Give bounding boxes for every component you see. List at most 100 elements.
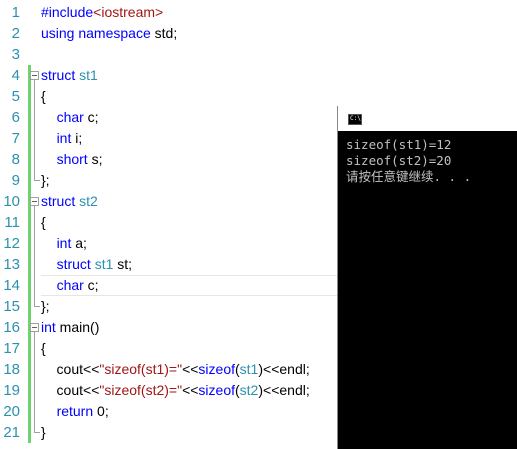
- line-number: 16: [3, 319, 20, 336]
- console-titlebar[interactable]: C:\.: [338, 106, 517, 131]
- console-icon-label: C:\.: [350, 115, 365, 122]
- code-text: };: [41, 296, 50, 317]
- change-indicator-bar: [28, 65, 31, 443]
- fold-guide-line: [34, 80, 35, 180]
- code-text: using namespace std;: [41, 23, 177, 44]
- code-text: }: [41, 422, 46, 443]
- type-token: st1: [239, 361, 259, 377]
- line-number: 6: [11, 109, 20, 126]
- code-token: cout<<: [41, 361, 100, 377]
- line-number: 8: [11, 151, 20, 168]
- code-token: }: [41, 424, 46, 440]
- code-text: {: [41, 338, 46, 359]
- line-number: 18: [3, 361, 20, 378]
- line-number: 17: [3, 340, 20, 357]
- line-number: 13: [3, 256, 20, 273]
- code-text: return 0;: [41, 401, 109, 422]
- console-app-icon: C:\.: [348, 114, 365, 125]
- fold-end-mark: [34, 306, 40, 307]
- code-token: s;: [87, 151, 103, 167]
- keyword-token: char: [56, 109, 84, 125]
- console-output-line: sizeof(st2)=20: [346, 153, 452, 168]
- collapse-toggle-icon[interactable]: [30, 197, 39, 206]
- keyword-token: sizeof: [198, 361, 235, 377]
- line-number: 15: [3, 298, 20, 315]
- code-token: )<<endl;: [258, 382, 310, 398]
- line-number: 1: [11, 4, 20, 21]
- fold-guide-line: [34, 332, 35, 432]
- code-token: <<: [182, 382, 199, 398]
- current-line-highlight: [41, 275, 341, 296]
- keyword-token: sizeof: [198, 382, 235, 398]
- code-line[interactable]: 1 #include<iostream>: [0, 2, 517, 23]
- keyword-token: struct: [56, 256, 91, 272]
- code-text: struct st2: [41, 191, 98, 212]
- code-line[interactable]: 3: [0, 44, 517, 65]
- code-token: i;: [71, 130, 83, 146]
- console-window[interactable]: C:\. sizeof(st1)=12 sizeof(st2)=20 请按任意键…: [337, 106, 517, 449]
- code-text: cout<<"sizeof(st2)="<<sizeof(st2)<<endl;: [41, 380, 310, 401]
- keyword-token: namespace: [78, 25, 151, 41]
- code-line[interactable]: 5{: [0, 86, 517, 107]
- code-token: {: [41, 340, 46, 356]
- code-line[interactable]: 4 struct st1: [0, 65, 517, 86]
- line-number: 4: [11, 67, 20, 84]
- code-token: )<<endl;: [258, 361, 310, 377]
- code-text: #include<iostream>: [41, 2, 163, 23]
- code-text: cout<<"sizeof(st1)="<<sizeof(st1)<<endl;: [41, 359, 310, 380]
- code-token: a;: [71, 235, 87, 251]
- fold-guide-line: [34, 206, 35, 306]
- keyword-token: struct: [41, 193, 76, 209]
- code-token: st;: [113, 256, 133, 272]
- keyword-token: int: [56, 130, 72, 146]
- code-token: c;: [83, 109, 99, 125]
- type-token: st1: [94, 256, 114, 272]
- line-number: 3: [11, 46, 20, 63]
- line-number: 11: [4, 214, 20, 231]
- code-token: 0;: [93, 403, 109, 419]
- code-text: int a;: [41, 233, 87, 254]
- collapse-toggle-icon[interactable]: [30, 323, 39, 332]
- keyword-token: using: [41, 25, 75, 41]
- type-token: st2: [79, 193, 98, 209]
- include-token: <iostream>: [93, 4, 164, 20]
- code-text: int main(): [41, 317, 99, 338]
- line-number: 14: [3, 277, 20, 294]
- string-token: "sizeof(st1)=": [99, 361, 183, 377]
- console-output-line: sizeof(st1)=12: [346, 137, 452, 152]
- line-number: 2: [11, 25, 20, 42]
- code-token: main(): [55, 319, 100, 335]
- line-number: 9: [11, 172, 20, 189]
- code-text: short s;: [41, 149, 103, 170]
- line-number: 19: [3, 382, 20, 399]
- code-text: struct st1 st;: [41, 254, 132, 275]
- keyword-token: struct: [41, 67, 76, 83]
- code-token: {: [41, 214, 46, 230]
- code-text: int i;: [41, 128, 83, 149]
- keyword-token: int: [56, 235, 72, 251]
- code-token: <<: [182, 361, 199, 377]
- line-number: 10: [3, 193, 20, 210]
- collapse-toggle-icon[interactable]: [30, 71, 39, 80]
- preprocessor-token: #include: [41, 4, 94, 20]
- code-text: {: [41, 86, 46, 107]
- code-text: {: [41, 212, 46, 233]
- code-token: cout<<: [41, 382, 100, 398]
- code-text: char c;: [41, 107, 99, 128]
- code-line[interactable]: 2 using namespace std;: [0, 23, 517, 44]
- code-token: {: [41, 88, 46, 104]
- code-text: struct st1: [41, 65, 98, 86]
- line-number: 21: [3, 424, 20, 441]
- fold-end-mark: [34, 432, 40, 433]
- console-output-line: 请按任意键继续. . .: [346, 169, 472, 184]
- keyword-token: short: [56, 151, 88, 167]
- fold-end-mark: [34, 180, 40, 181]
- keyword-token: return: [56, 403, 94, 419]
- code-token: };: [41, 172, 50, 188]
- line-number: 20: [3, 403, 20, 420]
